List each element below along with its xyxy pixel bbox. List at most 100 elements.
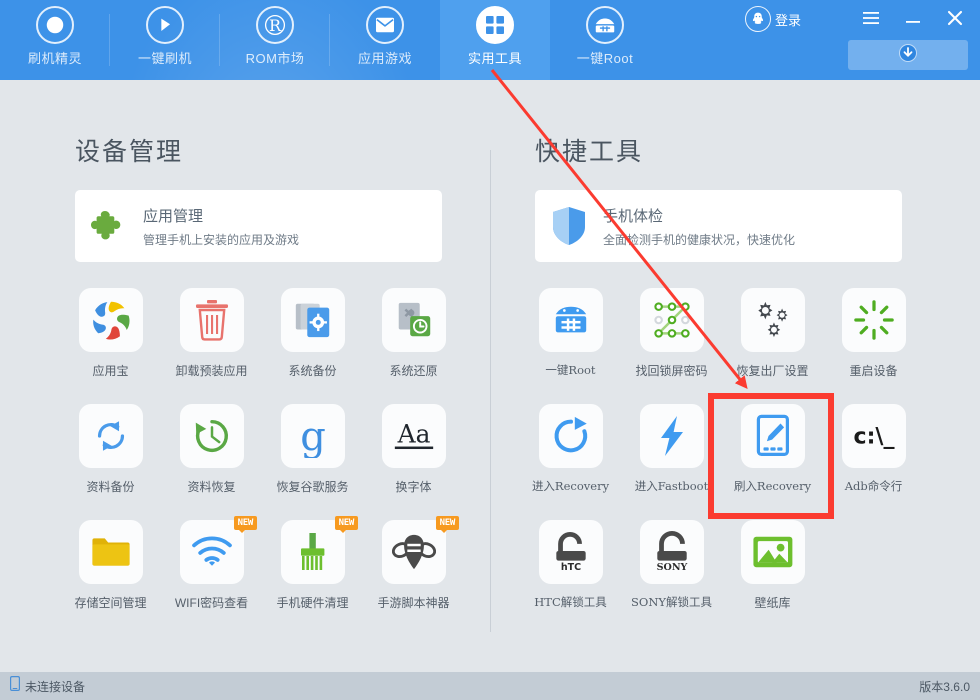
tool-tile-label: 进入Fastboot xyxy=(634,479,709,493)
download-button[interactable] xyxy=(848,40,968,70)
tool-tile[interactable]: Aa 换字体 xyxy=(363,404,464,508)
tool-tile[interactable]: 应用宝 xyxy=(60,288,161,392)
new-badge: NEW xyxy=(233,516,257,533)
svg-text:R: R xyxy=(269,16,282,35)
card-text: 手机体检 全面检测手机的健康状况，快速优化 xyxy=(603,205,795,248)
close-icon[interactable] xyxy=(942,5,968,31)
device-management-column: 设备管理 应用管理 管理手机上安装的应用及游戏 应用宝 卸载预装应用 系统备份 系统还… xyxy=(0,80,490,610)
card-subtitle: 管理手机上安装的应用及游戏 xyxy=(143,232,300,247)
shield-icon xyxy=(541,205,597,247)
tool-tile-label: 找回锁屏密码 xyxy=(635,364,708,378)
tool-tile-label: 资料备份 xyxy=(86,480,135,494)
tool-tile[interactable]: g 恢复谷歌服务 xyxy=(262,404,363,508)
tool-tile-label: 刷入Recovery xyxy=(733,479,812,493)
tool-tile[interactable]: 重启设备 xyxy=(823,288,924,392)
new-badge: NEW xyxy=(435,516,459,533)
registered-r-icon: R xyxy=(256,6,294,44)
tool-tile-label: Adb命令行 xyxy=(844,479,903,493)
tool-tile[interactable]: 刷入Recovery xyxy=(722,404,823,508)
htc-padlock-icon: hTC xyxy=(538,520,603,584)
tool-tile[interactable]: 系统还原 xyxy=(363,288,464,392)
tool-tile-label: SONY解锁工具 xyxy=(631,595,712,609)
spinner-burst-icon xyxy=(841,288,906,352)
tool-tile[interactable]: 手机硬件清理 NEW xyxy=(262,516,363,624)
tool-tile[interactable]: 手游脚本神器 NEW xyxy=(363,516,464,624)
folder-icon xyxy=(78,520,143,584)
card-text: 应用管理 管理手机上安装的应用及游戏 xyxy=(143,205,299,248)
qq-penguin-icon xyxy=(745,6,771,32)
login-button[interactable]: 登录 xyxy=(745,6,801,32)
tool-tile-label: 资料恢复 xyxy=(187,480,236,494)
tool-tile-label: 一键Root xyxy=(545,363,596,377)
card-title: 应用管理 xyxy=(143,207,204,225)
tool-tile[interactable]: SONY SONY解锁工具 xyxy=(621,520,722,624)
device-status: 未连接设备 xyxy=(10,676,85,696)
tool-tile[interactable]: hTC HTC解锁工具 xyxy=(520,520,621,624)
window-buttons xyxy=(858,5,968,31)
puzzle-piece-icon xyxy=(81,206,137,246)
tool-tile[interactable]: 壁纸库 xyxy=(722,520,823,624)
tool-tile[interactable]: 资料备份 xyxy=(60,404,161,508)
tool-tile[interactable]: 卸载预装应用 xyxy=(161,288,262,392)
status-bar: 未连接设备 版本3.6.0 xyxy=(0,672,980,700)
tool-tile-label: 进入Recovery xyxy=(531,479,610,493)
tool-tile-label: 系统备份 xyxy=(288,364,337,378)
tool-tile[interactable]: 找回锁屏密码 xyxy=(621,288,722,392)
svg-text:SONY: SONY xyxy=(656,562,687,573)
card-title: 手机体检 xyxy=(603,207,664,225)
android-root-icon xyxy=(538,288,603,352)
column-divider xyxy=(490,150,491,632)
svg-text:g: g xyxy=(300,414,326,458)
google-g-icon: g xyxy=(280,404,345,468)
nav-tab-5[interactable]: 实用工具 xyxy=(440,0,550,80)
main-navigation: 刷机精灵 一键刷机 R ROM市场 应用游戏 实用工具 一键Root xyxy=(0,0,660,80)
tool-tile-label: 手机硬件清理 xyxy=(276,596,349,610)
content-area: 设备管理 应用管理 管理手机上安装的应用及游戏 应用宝 卸载预装应用 系统备份 系统还… xyxy=(0,80,980,672)
nav-tab-6[interactable]: 一键Root xyxy=(550,0,660,80)
card-phone-checkup[interactable]: 手机体检 全面检测手机的健康状况，快速优化 xyxy=(535,190,902,262)
tool-tile[interactable]: 恢复出厂设置 xyxy=(722,288,823,392)
tool-tile[interactable]: 系统备份 xyxy=(262,288,363,392)
s-badge-icon xyxy=(36,6,74,44)
nav-tab-3[interactable]: R ROM市场 xyxy=(220,0,330,80)
tool-tile[interactable]: 进入Fastboot xyxy=(621,404,722,508)
trash-can-icon xyxy=(179,288,244,352)
page-title-quick-tools: 快捷工具 xyxy=(535,137,644,166)
window-controls-area: 登录 xyxy=(720,0,980,80)
tool-tile[interactable]: c:\_ Adb命令行 xyxy=(823,404,924,508)
tool-tile-label: 系统还原 xyxy=(389,364,438,378)
card-app-management[interactable]: 应用管理 管理手机上安装的应用及游戏 xyxy=(75,190,442,262)
device-status-label: 未连接设备 xyxy=(25,679,86,694)
quick-tools-column: 快捷工具 手机体检 全面检测手机的健康状况，快速优化 一键Root 找回锁屏密码 恢… xyxy=(490,80,980,610)
nav-tab-2[interactable]: 一键刷机 xyxy=(110,0,220,80)
minimize-icon[interactable] xyxy=(900,5,926,31)
tool-tile[interactable]: 存储空间管理 xyxy=(60,520,161,624)
tool-tile-label: 手游脚本神器 xyxy=(377,596,450,610)
pattern-lock-icon xyxy=(639,288,704,352)
tool-tile[interactable]: 进入Recovery xyxy=(520,404,621,508)
documents-gear-icon xyxy=(280,288,345,352)
nav-tab-label: 刷机精灵 xyxy=(27,51,82,66)
nav-tab-4[interactable]: 应用游戏 xyxy=(330,0,440,80)
tool-tile-label: WIFI密码查看 xyxy=(174,596,249,610)
font-aa-icon: Aa xyxy=(381,404,446,468)
nav-tab-1[interactable]: 刷机精灵 xyxy=(0,0,110,80)
new-badge: NEW xyxy=(334,516,358,533)
command-prompt-icon: c:\_ xyxy=(841,404,906,468)
document-clock-icon xyxy=(381,288,446,352)
phone-icon xyxy=(10,676,21,696)
cursor-play-icon xyxy=(146,6,184,44)
tool-tile[interactable]: 资料恢复 xyxy=(161,404,262,508)
tool-tile[interactable]: 一键Root xyxy=(520,288,621,392)
refresh-circle-icon xyxy=(538,404,603,468)
title-bar: 刷机精灵 一键刷机 R ROM市场 应用游戏 实用工具 一键Root 登录 xyxy=(0,0,980,80)
hamburger-menu-icon[interactable] xyxy=(858,5,884,31)
phone-pencil-icon xyxy=(740,404,805,468)
yingyongbao-pinwheel-icon xyxy=(78,288,143,352)
device-tool-grid: 应用宝 卸载预装应用 系统备份 系统还原资料备份 资料恢复 g 恢复谷歌服务 Aa 换字体存储空… xyxy=(60,288,480,624)
page-title-device-management: 设备管理 xyxy=(75,137,184,166)
tool-tile[interactable]: WIFI密码查看 NEW xyxy=(161,516,262,624)
android-robot-icon xyxy=(586,6,624,44)
envelope-icon xyxy=(366,6,404,44)
nav-tab-label: 一键Root xyxy=(576,51,634,66)
